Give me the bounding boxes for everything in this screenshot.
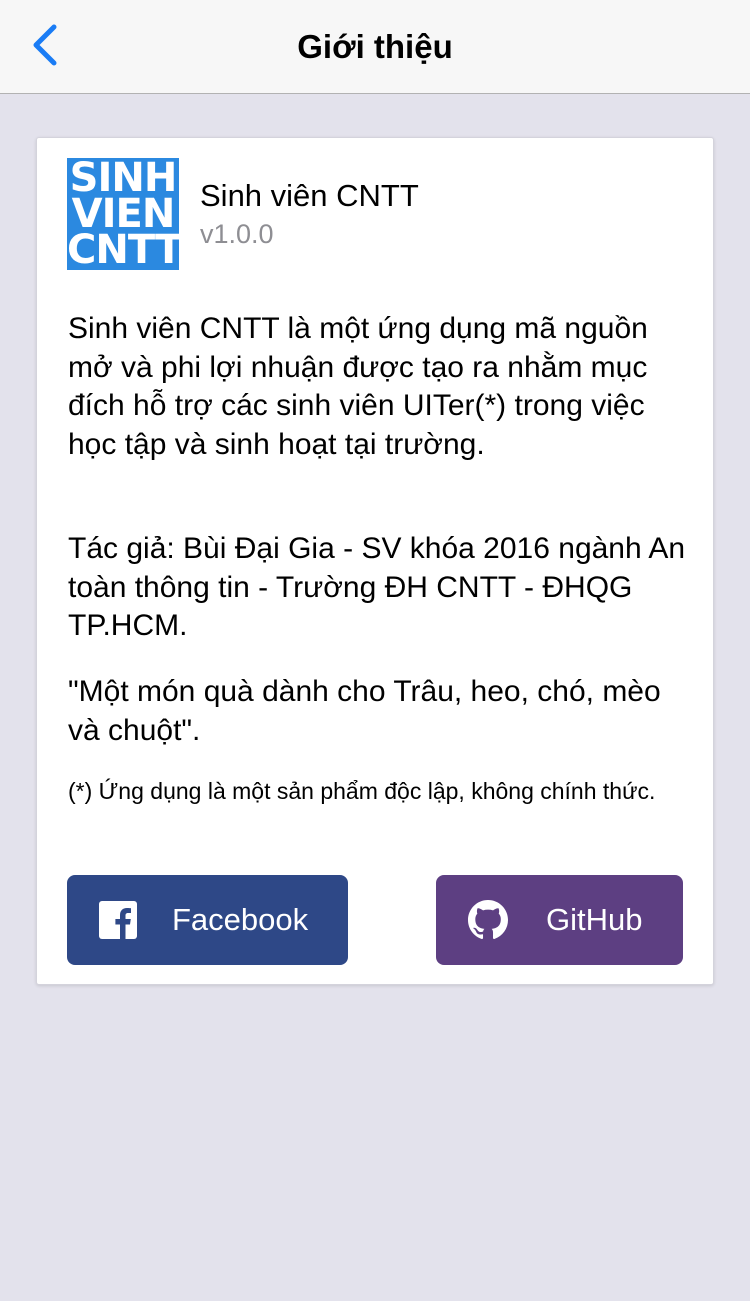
page-title: Giới thiệu (297, 28, 453, 65)
app-name: Sinh viên CNTT (200, 178, 419, 213)
github-button-label: GitHub (546, 902, 643, 937)
logo-line: CNTT (67, 227, 179, 270)
navigation-bar: Giới thiệu (0, 0, 750, 94)
app-description: Sinh viên CNTT là một ứng dụng mã nguồn … (68, 312, 648, 461)
github-button[interactable]: GitHub (436, 875, 683, 965)
facebook-button-label: Facebook (172, 902, 309, 937)
disclaimer-note: (*) Ứng dụng là một sản phẩm độc lập, kh… (68, 778, 656, 804)
about-card: SINH VIEN CNTT Sinh viên CNTT v1.0.0 Sin… (36, 137, 714, 985)
app-version: v1.0.0 (200, 219, 274, 249)
dedication-quote: "Một món quà dành cho Trâu, heo, chó, mè… (68, 675, 661, 747)
facebook-button[interactable]: Facebook (67, 875, 348, 965)
author-info: Tác giả: Bùi Đại Gia - SV khóa 2016 ngàn… (68, 532, 686, 642)
github-icon (468, 900, 508, 940)
facebook-icon (98, 900, 138, 940)
app-logo: SINH VIEN CNTT (67, 158, 179, 270)
